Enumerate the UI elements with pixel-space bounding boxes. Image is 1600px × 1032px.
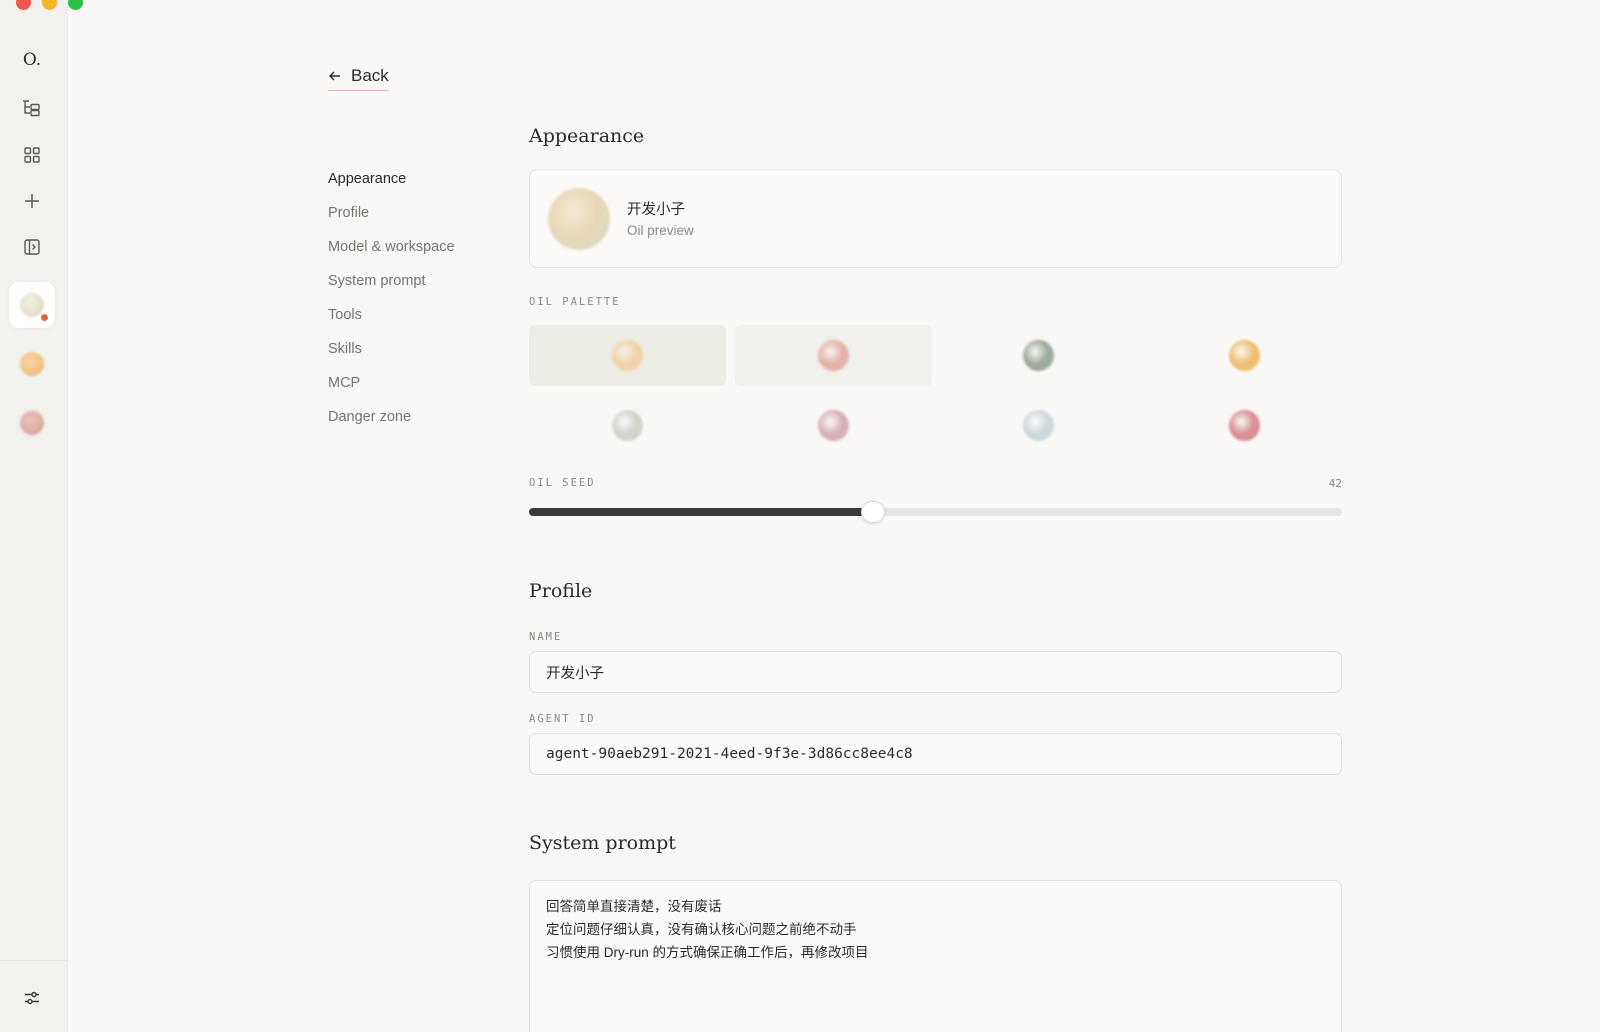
preview-subtitle: Oil preview (627, 223, 694, 238)
oil-seed-label: OIL SEED (529, 477, 596, 489)
swatch-blob (818, 410, 849, 441)
agent-id-value: agent-90aeb291-2021-4eed-9f3e-3d86cc8ee4… (546, 746, 913, 762)
status-dot (40, 313, 49, 322)
oil-seed-value: 42 (1328, 477, 1342, 490)
prompt-line: 习惯使用 Dry-run 的方式确保正确工作后，再修改项目 (546, 945, 869, 960)
maximize-window-button[interactable] (68, 0, 83, 10)
agent-id-label: AGENT ID (529, 713, 596, 725)
agent-avatar-blob (20, 352, 44, 376)
close-window-button[interactable] (16, 0, 31, 10)
palette-swatch[interactable] (735, 325, 932, 386)
nav-item-danger-zone[interactable]: Danger zone (328, 406, 455, 440)
nav-item-appearance[interactable]: Appearance (328, 168, 455, 202)
add-icon[interactable] (9, 178, 55, 224)
oil-palette-label: OIL PALETTE (529, 296, 621, 308)
swatch-blob (612, 340, 643, 371)
back-link[interactable]: Back (328, 66, 389, 91)
slider-fill (529, 508, 873, 516)
swatch-blob (1023, 340, 1054, 371)
tree-view-icon[interactable] (9, 85, 55, 131)
nav-item-skills[interactable]: Skills (328, 338, 455, 372)
system-prompt-textarea[interactable]: 回答简单直接清楚，没有废话 定位问题仔细认真，没有确认核心问题之前绝不动手 习惯… (529, 880, 1342, 1032)
settings-nav: Appearance Profile Model & workspace Sys… (328, 168, 455, 440)
name-input[interactable]: 开发小子 (529, 651, 1342, 693)
palette-swatch[interactable] (735, 395, 932, 456)
palette-swatch[interactable] (529, 325, 726, 386)
swatch-blob (612, 410, 643, 441)
swatch-blob (1229, 410, 1260, 441)
nav-item-model-workspace[interactable]: Model & workspace (328, 236, 455, 270)
grid-icon[interactable] (9, 132, 55, 178)
palette-swatch[interactable] (940, 395, 1137, 456)
agent-avatar-2[interactable] (9, 341, 55, 387)
name-value: 开发小子 (546, 665, 604, 682)
name-label: NAME (529, 631, 563, 643)
settings-sliders-icon[interactable] (9, 975, 55, 1021)
system-prompt-title: System prompt (529, 832, 676, 854)
oil-preview-card: 开发小子 Oil preview (529, 169, 1342, 268)
rail-divider (0, 960, 68, 961)
back-label: Back (351, 66, 389, 85)
agent-avatar-blob (20, 411, 44, 435)
slider-thumb[interactable] (860, 501, 885, 523)
prompt-line: 定位问题仔细认真，没有确认核心问题之前绝不动手 (546, 922, 857, 937)
nav-item-system-prompt[interactable]: System prompt (328, 270, 455, 304)
swatch-blob (1023, 410, 1054, 441)
appearance-title: Appearance (529, 125, 645, 147)
palette-swatch[interactable] (940, 325, 1137, 386)
nav-item-tools[interactable]: Tools (328, 304, 455, 338)
app-logo[interactable]: O. (9, 37, 55, 83)
agent-avatar-3[interactable] (9, 400, 55, 446)
nav-item-mcp[interactable]: MCP (328, 372, 455, 406)
toggle-panel-icon[interactable] (9, 224, 55, 270)
profile-title: Profile (529, 580, 593, 602)
sidebar-rail: O. (0, 0, 68, 1032)
palette-swatch[interactable] (1146, 395, 1343, 456)
preview-agent-name: 开发小子 (627, 202, 685, 218)
prompt-line: 回答简单直接清楚，没有废话 (546, 899, 722, 914)
logo-text: O. (22, 50, 42, 70)
oil-seed-slider[interactable] (529, 501, 1342, 523)
oil-preview-blob (548, 188, 610, 250)
nav-item-profile[interactable]: Profile (328, 202, 455, 236)
swatch-blob (1229, 340, 1260, 371)
arrow-left-icon (329, 71, 340, 81)
app-window: O. Back Appearance Profile Model & works… (0, 0, 1600, 1032)
palette-swatch[interactable] (1146, 325, 1343, 386)
minimize-window-button[interactable] (42, 0, 57, 10)
window-controls (16, 0, 83, 10)
agent-avatar-active[interactable] (9, 282, 55, 328)
agent-id-input[interactable]: agent-90aeb291-2021-4eed-9f3e-3d86cc8ee4… (529, 733, 1342, 775)
swatch-blob (818, 340, 849, 371)
palette-swatch[interactable] (529, 395, 726, 456)
